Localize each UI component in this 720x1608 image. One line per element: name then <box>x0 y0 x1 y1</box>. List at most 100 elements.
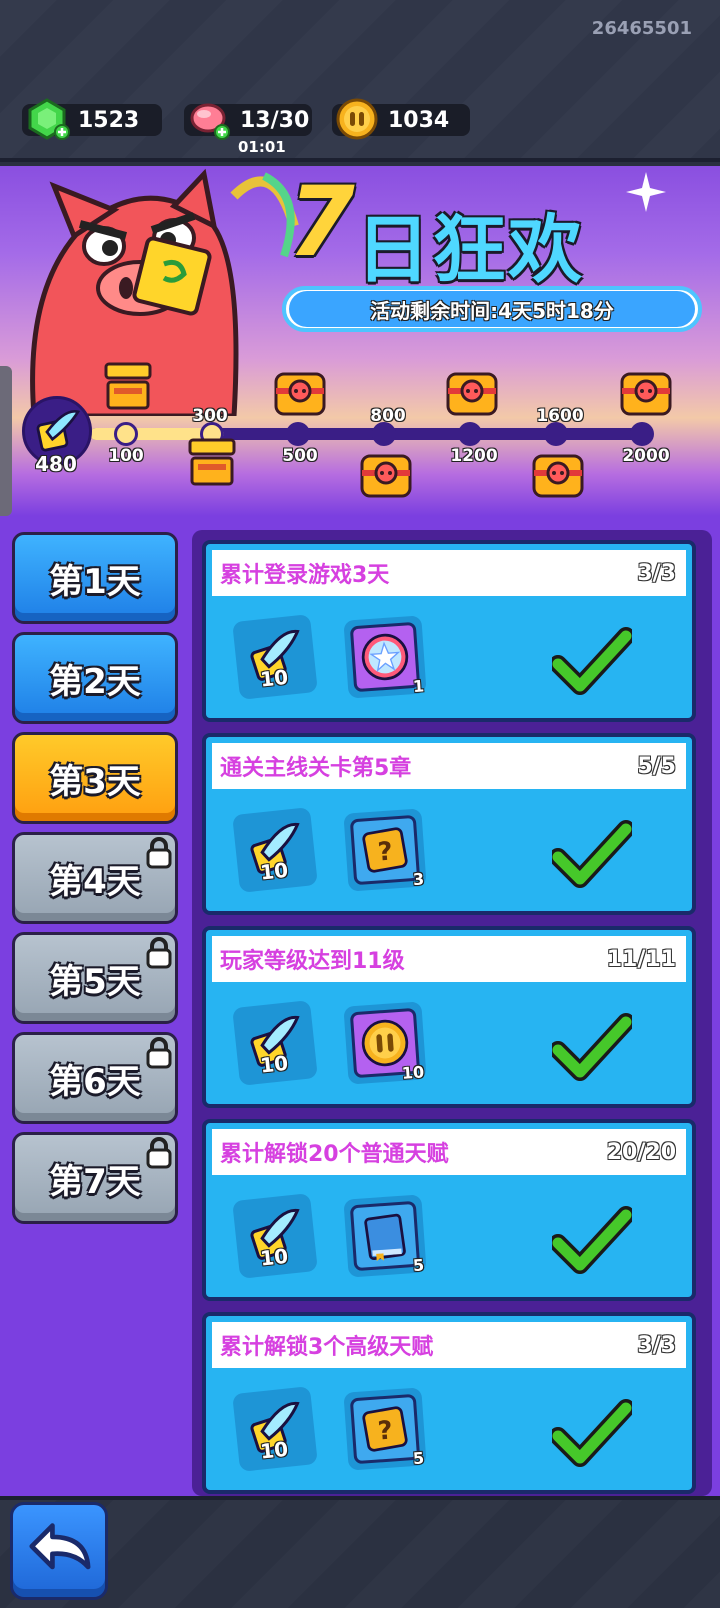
milestone-label: 1200 <box>450 446 498 466</box>
milestone-label: 2000 <box>622 446 670 466</box>
milestone-label: 300 <box>192 406 228 426</box>
lock-icon <box>146 937 172 969</box>
task-progress: 20/20 <box>606 1139 676 1165</box>
reward-item[interactable]: 10 <box>343 1001 427 1085</box>
task-progress: 5/5 <box>637 753 676 779</box>
reward-blade[interactable]: 10 <box>232 1000 318 1086</box>
pig-chest-icon[interactable] <box>618 366 674 418</box>
coins-value: 1034 <box>388 107 450 133</box>
tab-day-7[interactable]: 第7天 <box>12 1132 178 1224</box>
task-card: 累计解锁3个高级天赋 3/3 10 ? 5 <box>202 1312 696 1494</box>
milestone-node <box>458 422 482 446</box>
sparkle-icon <box>626 172 666 212</box>
task-progress: 3/3 <box>637 560 676 586</box>
completed-check-icon <box>552 1013 632 1081</box>
reward-blade[interactable]: 10 <box>232 1193 318 1279</box>
back-button[interactable] <box>10 1502 108 1600</box>
milestone-node <box>114 422 138 446</box>
chest-opened-icon[interactable] <box>100 360 156 412</box>
completed-check-icon <box>552 1399 632 1467</box>
meat-icon <box>190 103 230 140</box>
task-progress: 11/11 <box>606 946 676 972</box>
back-arrow-icon <box>29 1523 91 1570</box>
task-header: 玩家等级达到11级 11/11 <box>212 936 686 982</box>
tab-day-1[interactable]: 第1天 <box>12 532 178 624</box>
pig-chest-icon[interactable] <box>530 448 586 500</box>
pig-chest-icon[interactable] <box>358 448 414 500</box>
completed-check-icon <box>552 820 632 888</box>
reward-qty: 1 <box>412 676 425 697</box>
lock-icon <box>146 1037 172 1069</box>
lock-icon <box>146 1137 172 1169</box>
event-banner: 7 日狂欢 活动剩余时间:4天5时18分 480 100 300 500 800… <box>0 166 720 516</box>
tab-day-5[interactable]: 第5天 <box>12 932 178 1024</box>
reward-qty: 5 <box>412 1255 425 1276</box>
reward-blade[interactable]: 10 <box>232 614 318 700</box>
pig-mascot-illustration <box>30 168 299 416</box>
tab-day-3[interactable]: 第3天 <box>12 732 178 824</box>
mystery-box-icon: ? <box>362 827 408 873</box>
reward-qty: 5 <box>412 1448 425 1469</box>
task-header: 累计解锁20个普通天赋 20/20 <box>212 1129 686 1175</box>
reward-item[interactable]: ? 5 <box>343 1387 427 1471</box>
task-title: 累计解锁3个高级天赋 <box>220 1335 434 1360</box>
reward-qty: 10 <box>259 1243 290 1271</box>
tab-day-2[interactable]: 第2天 <box>12 632 178 724</box>
lock-icon <box>146 837 172 869</box>
event-timer: 活动剩余时间:4天5时18分 <box>282 286 702 332</box>
task-title: 累计登录游戏3天 <box>220 563 390 588</box>
left-edge-handle <box>0 366 12 516</box>
tab-day-label: 第1天 <box>49 561 141 602</box>
pig-chest-icon[interactable] <box>272 366 328 418</box>
energy-value: 13/30 <box>240 107 310 133</box>
reward-qty: 10 <box>259 664 290 692</box>
reward-qty: 3 <box>412 869 425 890</box>
energy-counter[interactable]: 13/30 <box>184 103 312 140</box>
chest-opened-icon[interactable] <box>184 436 240 488</box>
tab-day-4[interactable]: 第4天 <box>12 832 178 924</box>
reward-blade[interactable]: 10 <box>232 1386 318 1472</box>
coin-icon <box>336 98 378 140</box>
reward-item[interactable]: ? 3 <box>343 808 427 892</box>
task-card: 玩家等级达到11级 11/11 10 10 <box>202 926 696 1108</box>
tab-day-label: 第2天 <box>49 661 141 702</box>
reward-blade[interactable]: 10 <box>232 807 318 893</box>
gems-counter[interactable]: 1523 <box>22 98 162 140</box>
task-title: 累计解锁20个普通天赋 <box>220 1142 449 1167</box>
milestone-label: 1600 <box>536 406 584 426</box>
tab-day-label: 第5天 <box>49 961 141 1002</box>
task-header: 累计解锁3个高级天赋 3/3 <box>212 1322 686 1368</box>
task-title: 玩家等级达到11级 <box>220 949 405 974</box>
milestone-node <box>286 422 310 446</box>
book-icon <box>364 1213 406 1262</box>
pig-chest-icon[interactable] <box>444 366 500 418</box>
reward-item[interactable]: 1 <box>343 615 427 699</box>
task-card: 通关主线关卡第5章 5/5 10 ? 3 <box>202 733 696 915</box>
event-title: 日狂欢 <box>356 207 584 293</box>
completed-check-icon <box>552 627 632 695</box>
task-card: 累计登录游戏3天 3/3 10 1 <box>202 540 696 722</box>
star-orb-icon <box>361 633 409 681</box>
task-list: 累计登录游戏3天 3/3 10 1 通关主线关卡第5章 5/5 10 ? 3 玩… <box>192 530 712 1496</box>
coins-counter[interactable]: 1034 <box>332 98 470 140</box>
milestone-label: 800 <box>370 406 406 426</box>
event-timer-text: 活动剩余时间:4天5时18分 <box>370 298 614 323</box>
gem-icon <box>28 98 70 140</box>
reward-qty: 10 <box>259 1436 290 1464</box>
bottom-bar <box>0 1496 720 1608</box>
mystery-box-icon: ? <box>362 1406 408 1452</box>
task-title: 通关主线关卡第5章 <box>220 756 412 781</box>
task-card: 累计解锁20个普通天赋 20/20 10 5 <box>202 1119 696 1301</box>
gems-value: 1523 <box>78 107 140 133</box>
milestone-label: 500 <box>282 446 318 466</box>
tab-day-label: 第3天 <box>49 761 141 802</box>
milestone-node <box>630 422 654 446</box>
tab-day-label: 第6天 <box>49 1061 141 1102</box>
reward-item[interactable]: 5 <box>343 1194 427 1278</box>
task-progress: 3/3 <box>637 1332 676 1358</box>
top-resource-bar: 26465501 1523 13/30 01:01 1034 <box>0 0 720 162</box>
tab-day-label: 第4天 <box>49 861 141 902</box>
user-id: 26465501 <box>591 18 692 39</box>
svg-text:?: ? <box>377 1416 394 1447</box>
tab-day-6[interactable]: 第6天 <box>12 1032 178 1124</box>
